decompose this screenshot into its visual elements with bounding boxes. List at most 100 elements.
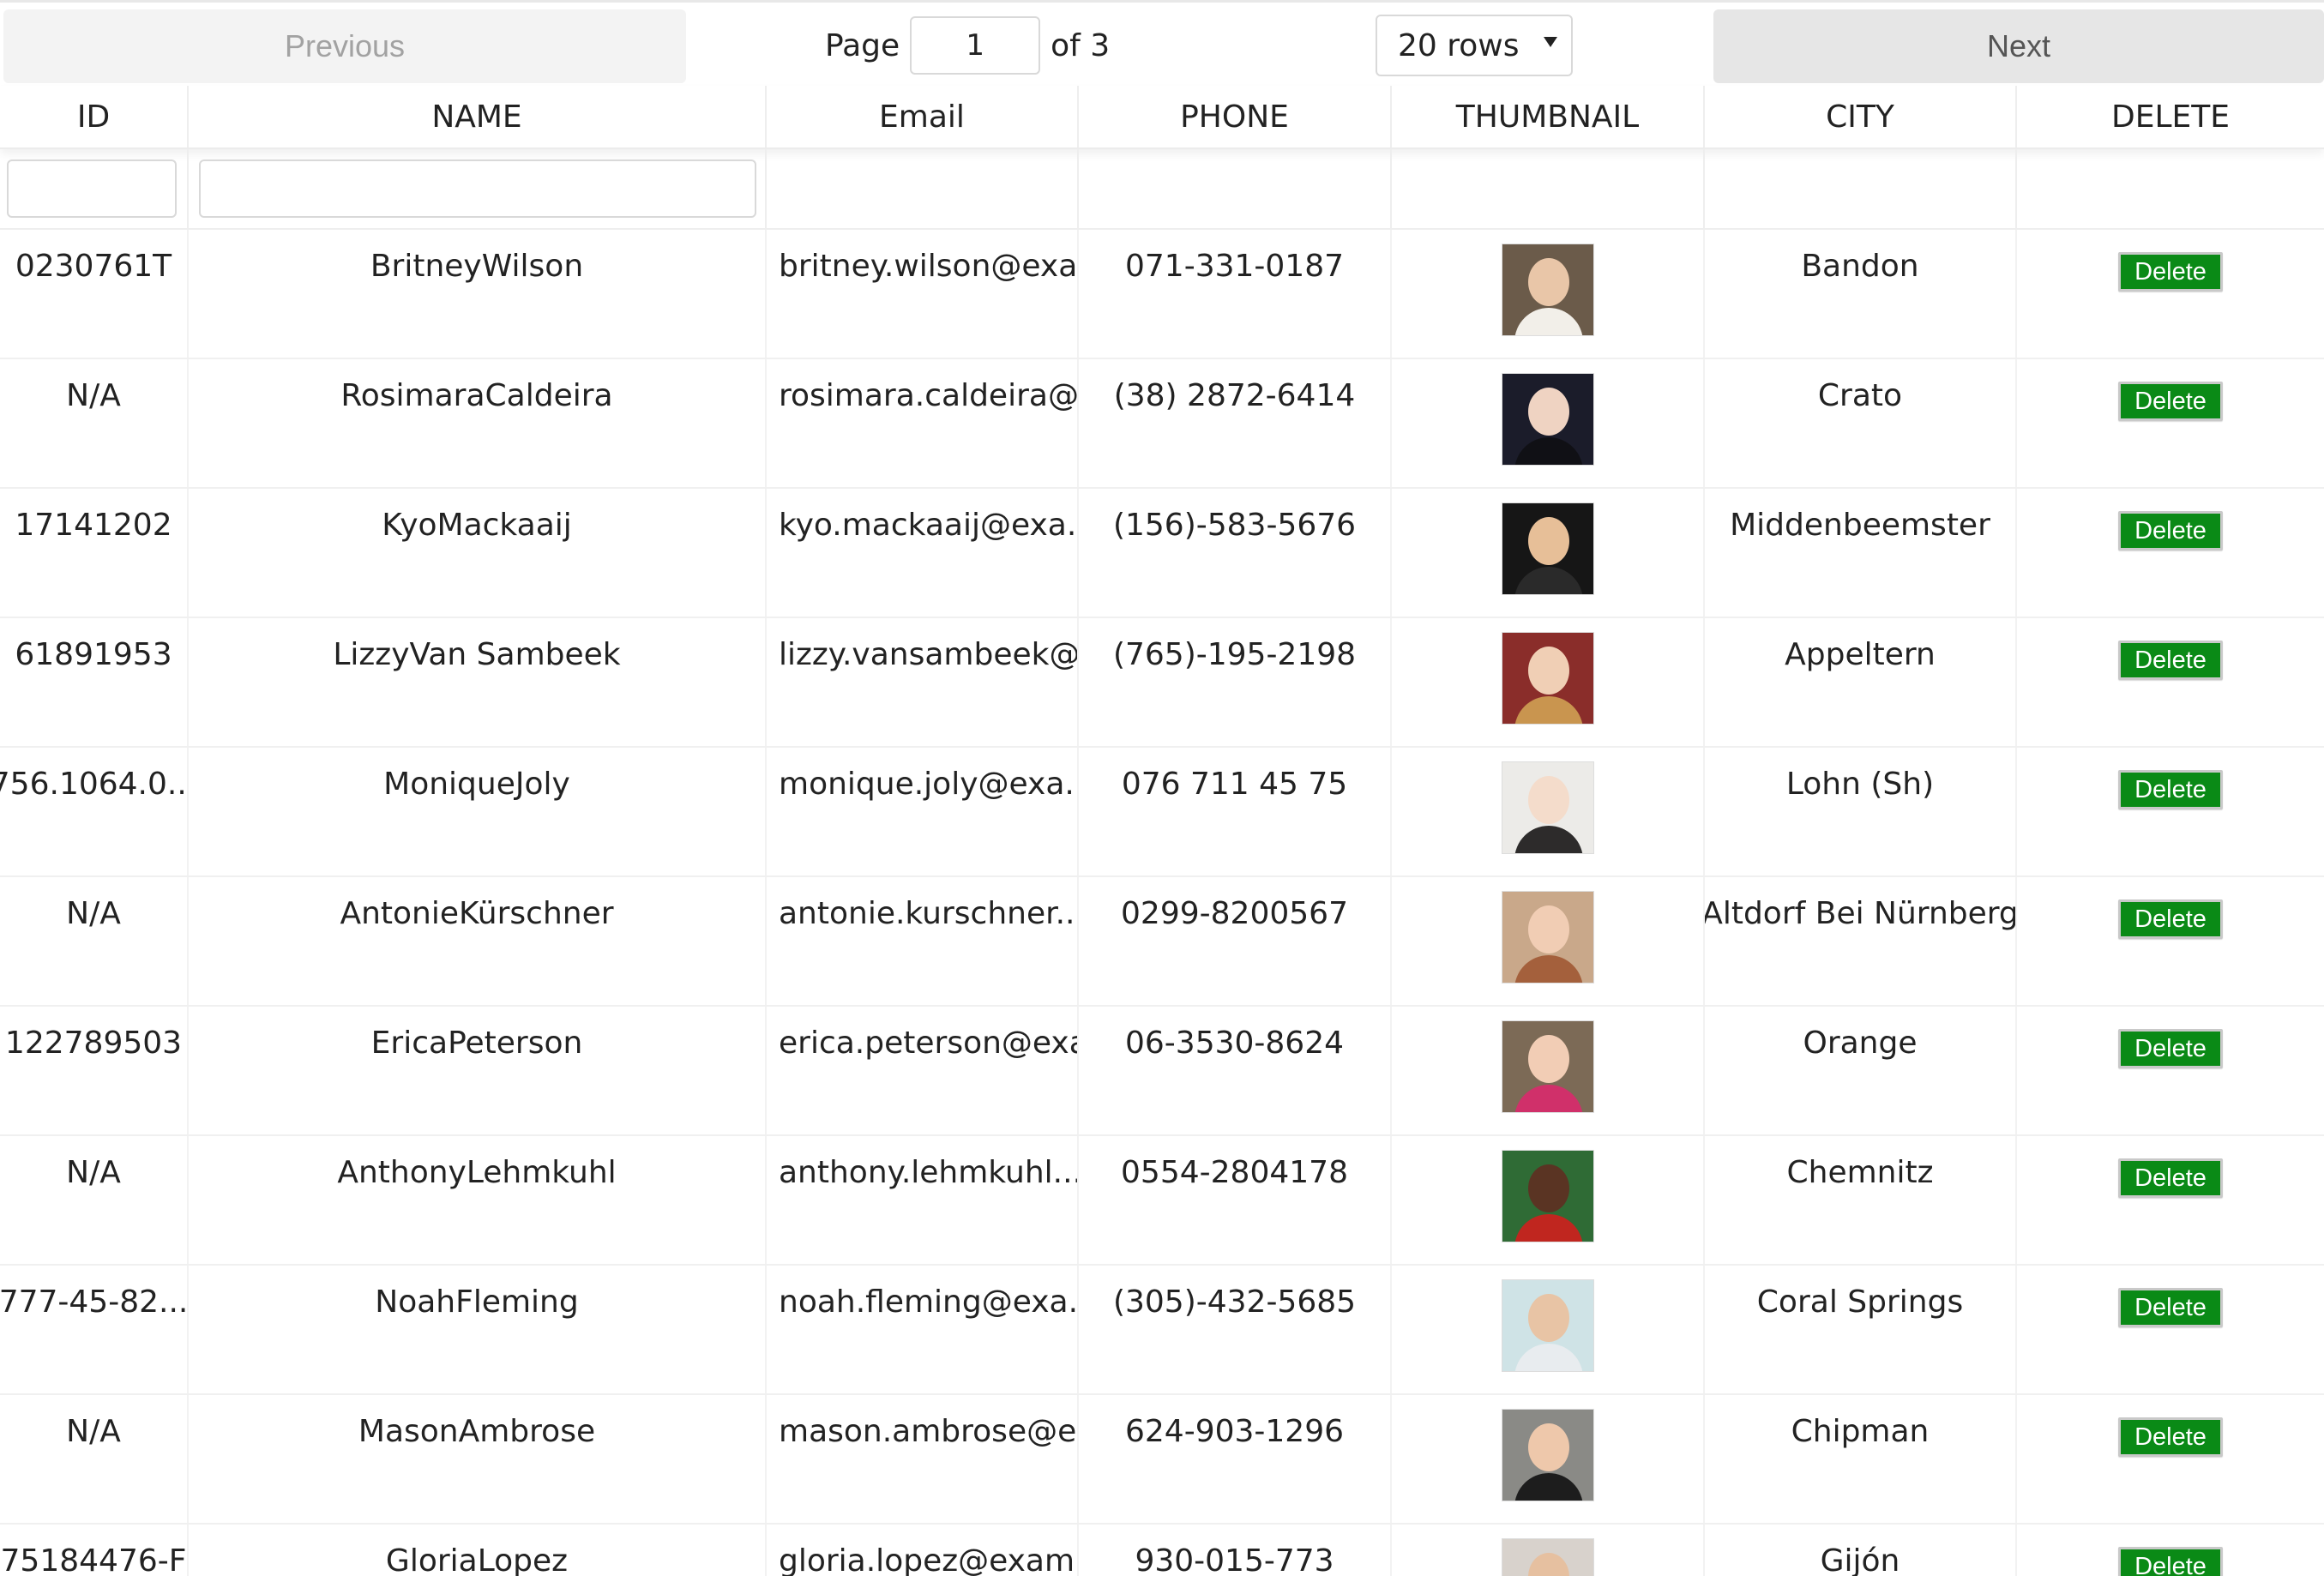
phone-cell: 0299-8200567	[1079, 877, 1392, 1005]
delete-button[interactable]: Delete	[2118, 252, 2223, 292]
avatar-body-shape	[1514, 826, 1583, 853]
avatar	[1501, 761, 1594, 854]
delete-button[interactable]: Delete	[2118, 1158, 2223, 1198]
column-header-city[interactable]: CITY	[1705, 86, 2017, 147]
filter-cell-name	[189, 149, 767, 228]
phone-text: 06-3530-8624	[1124, 1026, 1345, 1061]
table-row: N/A AnthonyLehmkuhl anthony.lehmkuhl... …	[0, 1136, 2324, 1266]
column-header-name[interactable]: NAME	[189, 86, 767, 147]
delete-button[interactable]: Delete	[2118, 382, 2223, 421]
delete-button[interactable]: Delete	[2118, 770, 2223, 809]
id-cell: 0230761T	[0, 230, 189, 358]
column-header-thumbnail[interactable]: THUMBNAIL	[1392, 86, 1705, 147]
name-cell: LizzyVan Sambeek	[189, 618, 767, 746]
id-text: N/A	[66, 896, 121, 931]
filter-cell-id	[0, 149, 189, 228]
id-text: 61891953	[15, 637, 172, 672]
delete-button[interactable]: Delete	[2118, 641, 2223, 680]
email-text: lizzy.vansambeek@...	[779, 637, 1079, 672]
users-table: ID NAME Email PHONE THUMBNAIL CITY DELET…	[0, 86, 2324, 1576]
id-text: N/A	[66, 378, 121, 413]
avatar-head-shape	[1527, 647, 1569, 695]
phone-cell: 076 711 45 75	[1079, 748, 1392, 875]
email-cell: mason.ambrose@e...	[767, 1395, 1079, 1523]
thumbnail-cell	[1392, 1525, 1705, 1576]
name-text: MasonAmbrose	[358, 1414, 596, 1449]
avatar-head-shape	[1527, 1035, 1569, 1083]
page-indicator: Page of 3	[825, 15, 1110, 76]
phone-text: (305)-432-5685	[1112, 1284, 1357, 1320]
avatar-body-shape	[1514, 1214, 1583, 1242]
delete-cell: Delete	[2017, 230, 2324, 358]
avatar	[1501, 1150, 1594, 1242]
city-cell: Lohn (Sh)	[1705, 748, 2017, 875]
avatar-body-shape	[1514, 1085, 1583, 1112]
phone-cell: 071-331-0187	[1079, 230, 1392, 358]
id-cell: 75184476-F	[0, 1525, 189, 1576]
table-row: 122789503 EricaPeterson erica.peterson@e…	[0, 1007, 2324, 1136]
id-cell: 61891953	[0, 618, 189, 746]
city-text: Gijón	[1820, 1543, 1900, 1576]
email-text: antonie.kurschner...	[779, 896, 1079, 931]
city-text: Middenbeemster	[1730, 508, 1990, 543]
thumbnail-cell	[1392, 1395, 1705, 1523]
delete-button[interactable]: Delete	[2118, 511, 2223, 550]
phone-text: 071-331-0187	[1124, 249, 1345, 284]
delete-cell: Delete	[2017, 1266, 2324, 1393]
id-text: 75184476-F	[0, 1543, 187, 1576]
column-header-id[interactable]: ID	[0, 86, 189, 147]
thumbnail-cell	[1392, 1136, 1705, 1264]
delete-button[interactable]: Delete	[2118, 1029, 2223, 1068]
email-cell: britney.wilson@exa...	[767, 230, 1079, 358]
email-text: monique.joly@exa...	[779, 767, 1079, 802]
city-cell: Bandon	[1705, 230, 2017, 358]
city-cell: Chipman	[1705, 1395, 2017, 1523]
city-text: Appeltern	[1785, 637, 1936, 672]
email-text: noah.fleming@exa...	[779, 1284, 1079, 1320]
id-text: 17141202	[15, 508, 172, 543]
city-cell: Appeltern	[1705, 618, 2017, 746]
email-text: mason.ambrose@e...	[779, 1414, 1079, 1449]
filter-cell-email	[767, 149, 1079, 228]
city-cell: Crato	[1705, 359, 2017, 487]
previous-page-button[interactable]: Previous	[3, 9, 686, 83]
filter-cell-thumbnail	[1392, 149, 1705, 228]
email-cell: kyo.mackaaij@exa...	[767, 489, 1079, 617]
avatar-head-shape	[1527, 905, 1569, 953]
phone-cell: 0554-2804178	[1079, 1136, 1392, 1264]
delete-cell: Delete	[2017, 748, 2324, 875]
name-text: RosimaraCaldeira	[340, 378, 613, 413]
city-text: Orange	[1803, 1026, 1918, 1061]
email-text: gloria.lopez@exam...	[779, 1543, 1079, 1576]
name-filter-input[interactable]	[199, 159, 756, 218]
column-header-email[interactable]: Email	[767, 86, 1079, 147]
table-row: N/A AntonieKürschner antonie.kurschner..…	[0, 877, 2324, 1007]
page-label: Page	[825, 27, 900, 63]
delete-button[interactable]: Delete	[2118, 1288, 2223, 1327]
delete-button[interactable]: Delete	[2118, 1417, 2223, 1457]
id-filter-input[interactable]	[7, 159, 177, 218]
phone-text: 0299-8200567	[1121, 896, 1348, 931]
email-text: rosimara.caldeira@...	[779, 378, 1079, 413]
page-number-input[interactable]	[910, 16, 1041, 75]
name-cell: MasonAmbrose	[189, 1395, 767, 1523]
delete-cell: Delete	[2017, 877, 2324, 1005]
phone-text: (156)-583-5676	[1112, 508, 1357, 543]
delete-button[interactable]: Delete	[2118, 899, 2223, 939]
column-header-delete[interactable]: DELETE	[2017, 86, 2324, 147]
next-page-button[interactable]: Next	[1713, 9, 2324, 83]
phone-cell: (156)-583-5676	[1079, 489, 1392, 617]
table-row: 17141202 KyoMackaaij kyo.mackaaij@exa...…	[0, 489, 2324, 618]
phone-cell: (38) 2872-6414	[1079, 359, 1392, 487]
column-header-phone[interactable]: PHONE	[1079, 86, 1392, 147]
avatar-head-shape	[1527, 1164, 1569, 1212]
delete-cell: Delete	[2017, 1007, 2324, 1134]
id-text: N/A	[66, 1414, 121, 1449]
page-total-label: of 3	[1051, 27, 1111, 63]
delete-cell: Delete	[2017, 489, 2324, 617]
rows-per-page-select[interactable]: 20 rows	[1376, 15, 1573, 76]
name-text: MoniqueJoly	[383, 767, 570, 802]
avatar-body-shape	[1514, 567, 1583, 594]
delete-button[interactable]: Delete	[2118, 1547, 2223, 1576]
email-text: kyo.mackaaij@exa...	[779, 508, 1079, 543]
